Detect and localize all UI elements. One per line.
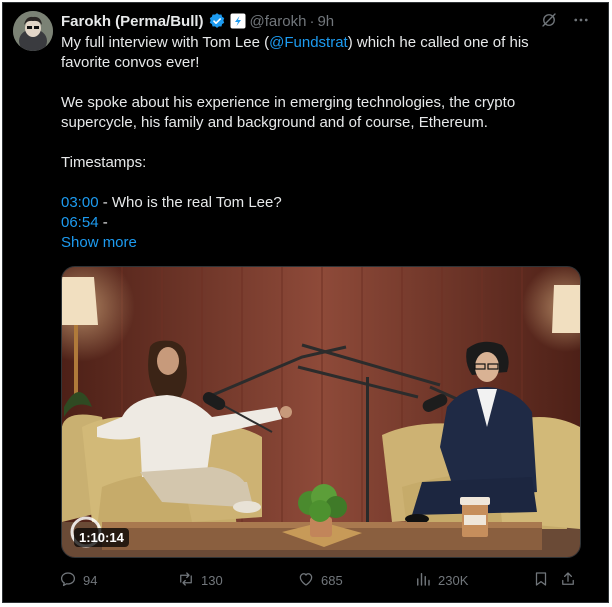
- share-button[interactable]: [559, 569, 577, 591]
- separator-dot: ·: [309, 12, 315, 30]
- views-count: 230K: [438, 572, 469, 588]
- author-handle[interactable]: @farokh: [250, 13, 307, 30]
- tweet-top-actions: [540, 11, 590, 29]
- bookmark-button[interactable]: [532, 569, 550, 591]
- bookmark-icon: [532, 570, 550, 591]
- reply-icon: [59, 570, 77, 591]
- tweet-header: Farokh (Perma/Bull) @farokh · 9h: [61, 11, 334, 31]
- like-icon: [297, 570, 315, 591]
- author-name[interactable]: Farokh (Perma/Bull): [61, 13, 204, 30]
- affiliate-badge-icon[interactable]: [230, 13, 246, 29]
- timestamp-link[interactable]: 06:54: [61, 214, 99, 231]
- timestamp-label: -: [98, 214, 108, 231]
- timestamp-line-2: 06:54 -: [61, 213, 581, 233]
- tweet-text: My full interview with Tom Lee (@Fundstr…: [61, 33, 581, 253]
- share-icon: [559, 570, 577, 591]
- more-icon[interactable]: [572, 11, 590, 29]
- mention-link[interactable]: @Fundstrat: [269, 34, 348, 51]
- like-count: 685: [321, 572, 343, 588]
- like-button[interactable]: 685: [297, 569, 343, 591]
- timestamp-link[interactable]: 03:00: [61, 194, 99, 211]
- tweet-card[interactable]: Farokh (Perma/Bull) @farokh · 9h My full…: [2, 2, 609, 603]
- reply-button[interactable]: 94: [59, 569, 97, 591]
- tweet-paragraph-3: Timestamps:: [61, 154, 147, 171]
- tweet-paragraph-2: We spoke about his experience in emergin…: [61, 94, 516, 131]
- show-more-link[interactable]: Show more: [61, 234, 137, 251]
- views-button[interactable]: 230K: [414, 569, 468, 591]
- repost-icon: [177, 570, 195, 591]
- text-segment: My full interview with Tom Lee (: [61, 34, 270, 51]
- timestamp-label: - Who is the real Tom Lee?: [98, 194, 282, 211]
- show-more-row: Show more: [61, 233, 581, 253]
- views-icon: [414, 570, 432, 591]
- reply-count: 94: [83, 572, 98, 588]
- repost-count: 130: [201, 572, 223, 588]
- timestamp-line-1: 03:00 - Who is the real Tom Lee?: [61, 193, 581, 213]
- video-thumbnail: [62, 267, 580, 557]
- verified-badge-icon[interactable]: [208, 12, 226, 30]
- timestamp[interactable]: 9h: [317, 13, 334, 30]
- tweet-actions: 94 130 685 230K: [59, 569, 579, 591]
- repost-button[interactable]: 130: [177, 569, 223, 591]
- video-player[interactable]: 1:10:14: [61, 266, 581, 558]
- video-duration: 1:10:14: [74, 528, 129, 547]
- tweet-paragraph-1: My full interview with Tom Lee (@Fundstr…: [61, 33, 581, 73]
- grok-icon[interactable]: [540, 11, 558, 29]
- avatar[interactable]: [13, 11, 53, 51]
